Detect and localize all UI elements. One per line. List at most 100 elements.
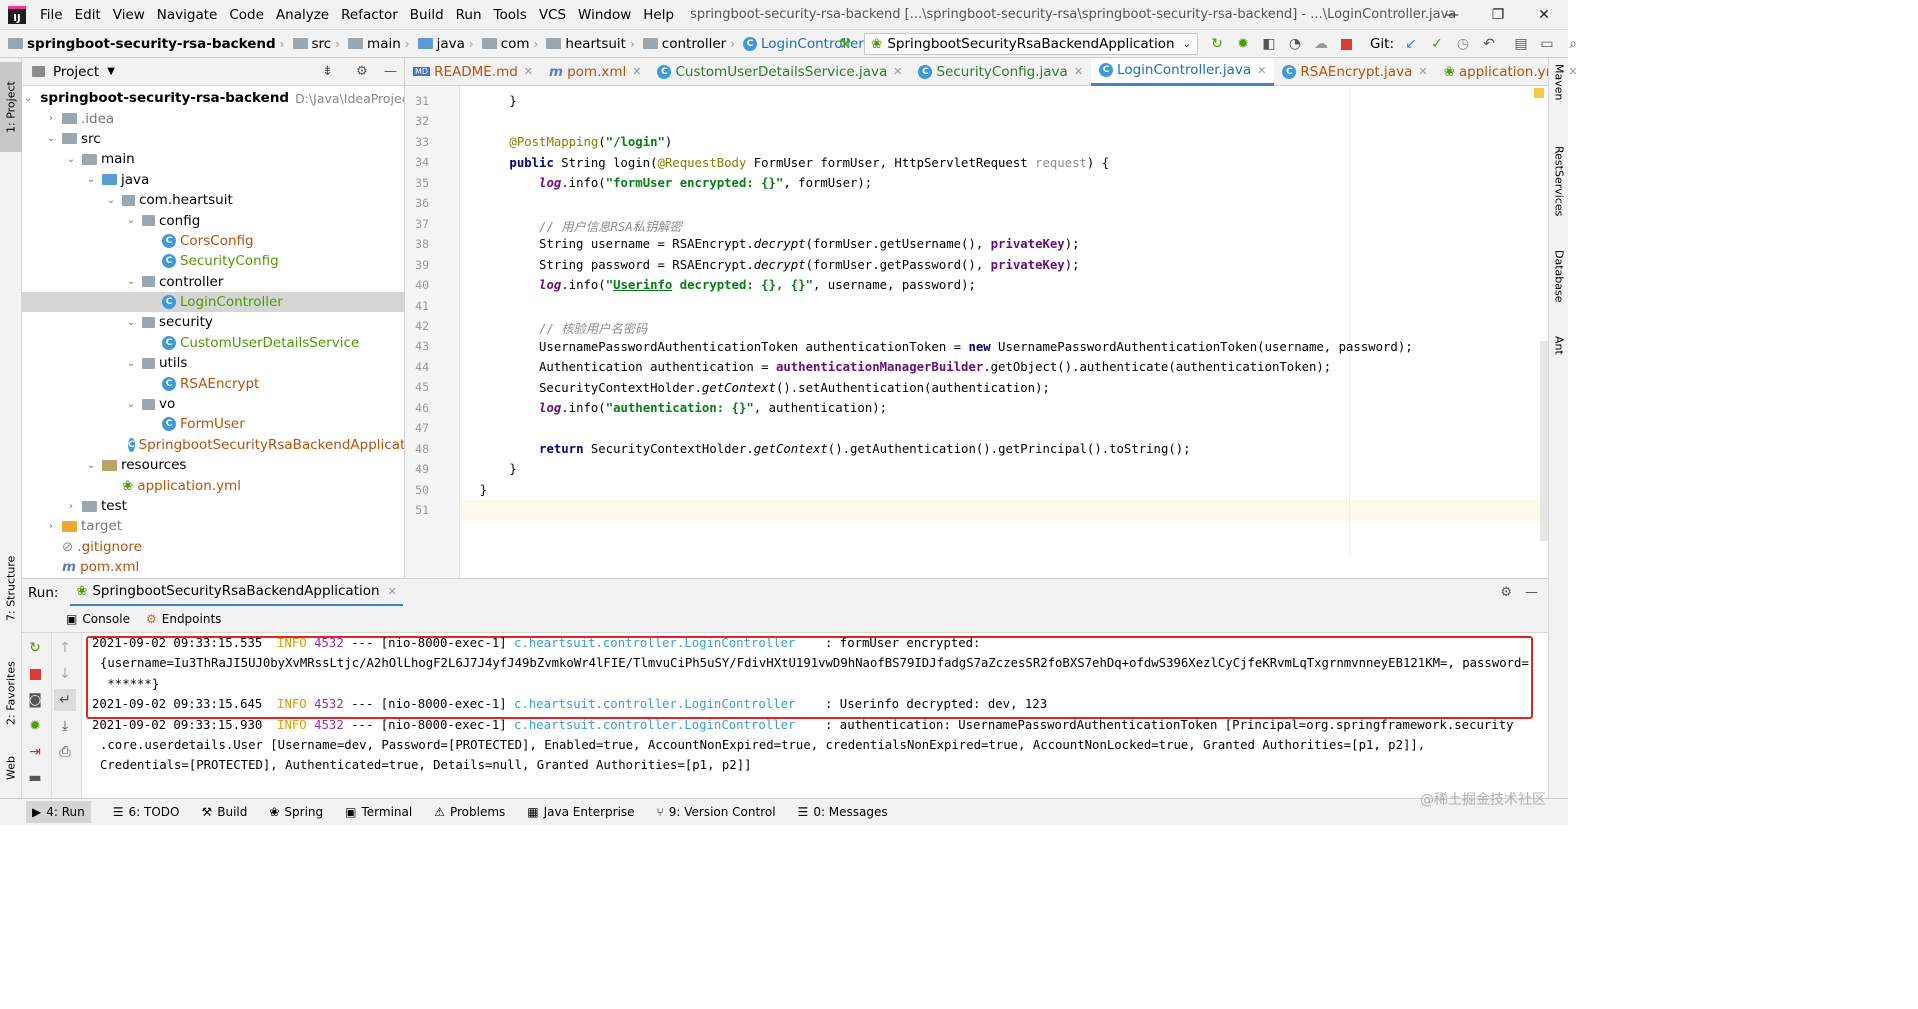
console-tab[interactable]: ▣ Console: [66, 612, 130, 626]
menu-item-help[interactable]: Help: [637, 7, 680, 23]
chevron-down-icon[interactable]: ▼: [107, 66, 115, 77]
tab-readme-md[interactable]: MD README.md ✕: [405, 58, 541, 86]
layout-icon[interactable]: ▬: [24, 767, 46, 789]
debug-icon[interactable]: ✹: [1232, 33, 1254, 55]
expand-arrow-icon[interactable]: ›: [64, 501, 78, 512]
tree-item-utils[interactable]: ⌄ utils: [22, 353, 404, 373]
bottom-tab-9-version-control[interactable]: ⑂ 9: Version Control: [657, 805, 776, 819]
expand-arrow-icon[interactable]: ⌄: [84, 460, 98, 471]
breadcrumb-item[interactable]: springboot-security-rsa-backend ›: [8, 36, 289, 52]
expand-arrow-icon[interactable]: ⌄: [44, 133, 58, 144]
expand-arrow-icon[interactable]: ›: [44, 113, 58, 124]
database-tool-tab[interactable]: Database: [1549, 250, 1569, 320]
expand-arrow-icon[interactable]: ⌄: [124, 215, 138, 226]
minimize-button[interactable]: —: [1430, 0, 1474, 30]
breadcrumb-item[interactable]: src ›: [292, 36, 345, 52]
inspection-status-icon[interactable]: [1534, 88, 1544, 98]
project-structure-icon[interactable]: ▤: [1510, 33, 1532, 55]
expand-arrow-icon[interactable]: ›: [44, 521, 58, 532]
menu-item-navigate[interactable]: Navigate: [151, 7, 224, 23]
menu-item-view[interactable]: View: [107, 7, 151, 23]
tab-logincontroller-java[interactable]: C LoginController.java ✕: [1091, 57, 1275, 86]
expand-arrow-icon[interactable]: ⌄: [104, 195, 118, 206]
menu-item-vcs[interactable]: VCS: [533, 7, 572, 23]
tree-item-com-heartsuit[interactable]: ⌄ com.heartsuit: [22, 190, 404, 210]
git-update-icon[interactable]: ↙: [1400, 33, 1422, 55]
menu-item-window[interactable]: Window: [572, 7, 637, 23]
close-tab-icon[interactable]: ✕: [524, 65, 533, 78]
project-panel-title[interactable]: Project: [53, 64, 99, 80]
code-editor[interactable]: 31 32 33 34 35 36 37 38 39 40 41 42 43 44 45 46 47 48 49 50…: [405, 86, 1548, 578]
tree-item-controller[interactable]: ⌄ controller: [22, 272, 404, 292]
tree-item-formuser[interactable]: C FormUser: [22, 414, 404, 434]
bottom-tab-spring[interactable]: ❀ Spring: [269, 805, 323, 819]
maven-tool-tab[interactable]: Maven: [1549, 64, 1569, 124]
presentation-icon[interactable]: ▭: [1536, 33, 1558, 55]
breadcrumb-item[interactable]: java ›: [417, 36, 478, 52]
tree-item-securityconfig[interactable]: C SecurityConfig: [22, 251, 404, 271]
tree-item-src[interactable]: ⌄ src: [22, 129, 404, 149]
scroll-to-end-icon[interactable]: ⤓: [54, 715, 76, 737]
tree-item-java[interactable]: ⌄ java: [22, 170, 404, 190]
expand-arrow-icon[interactable]: ⌄: [64, 154, 78, 165]
scroll-down-icon[interactable]: ↓: [54, 663, 76, 685]
structure-tool-tab[interactable]: 7: Structure: [0, 538, 22, 638]
tree-item-customuserdetailsservice[interactable]: C CustomUserDetailsService: [22, 333, 404, 353]
tree-root[interactable]: ⌄ springboot-security-rsa-backend D:\Jav…: [22, 88, 404, 108]
gear-icon[interactable]: ⚙: [1500, 585, 1512, 600]
menu-item-code[interactable]: Code: [223, 7, 270, 23]
search-icon[interactable]: ⌕: [1562, 33, 1584, 55]
bottom-tab-build[interactable]: ⚒ Build: [201, 805, 247, 819]
tree-item-corsconfig[interactable]: C CorsConfig: [22, 231, 404, 251]
bottom-tab-problems[interactable]: ⚠ Problems: [434, 805, 505, 819]
close-icon[interactable]: ✕: [388, 585, 397, 598]
git-rollback-icon[interactable]: ↶: [1478, 33, 1500, 55]
close-window-button[interactable]: ✕: [1522, 0, 1566, 30]
expand-arrow-icon[interactable]: ⌄: [124, 358, 138, 369]
git-history-icon[interactable]: ◷: [1452, 33, 1474, 55]
print-icon[interactable]: ⎙: [54, 741, 76, 763]
console-output[interactable]: 2021-09-02 09:33:15.535 INFO 4532 --- [n…: [82, 633, 1548, 798]
tree-item-test[interactable]: › test: [22, 496, 404, 516]
stop-icon[interactable]: [1336, 33, 1358, 55]
tree-item-rsaencrypt[interactable]: C RSAEncrypt: [22, 373, 404, 393]
editor-scrollbar[interactable]: [1540, 341, 1548, 541]
menu-item-tools[interactable]: Tools: [488, 7, 533, 23]
tree-item-springbootsecurityrsabackendapplicat[interactable]: C SpringbootSecurityRsaBackendApplicat: [22, 435, 404, 455]
build-hammer-icon[interactable]: ⚒: [834, 33, 856, 55]
menu-item-run[interactable]: Run: [450, 7, 488, 23]
gear-icon[interactable]: ⚙: [356, 64, 368, 79]
expand-arrow-icon[interactable]: ⌄: [124, 276, 138, 287]
close-tab-icon[interactable]: ✕: [1569, 65, 1578, 78]
debug-icon[interactable]: ✹: [24, 715, 46, 737]
menu-item-edit[interactable]: Edit: [69, 7, 107, 23]
menu-item-analyze[interactable]: Analyze: [270, 7, 335, 23]
attach-icon[interactable]: ☁: [1310, 33, 1332, 55]
run-config-tab[interactable]: ❀ SpringbootSecurityRsaBackendApplicatio…: [70, 579, 403, 607]
close-tab-icon[interactable]: ✕: [1418, 65, 1427, 78]
tab-rsaencrypt-java[interactable]: C RSAEncrypt.java ✕: [1274, 58, 1435, 86]
web-tool-tab[interactable]: Web: [0, 743, 22, 793]
tree-item-idea[interactable]: › .idea: [22, 108, 404, 128]
tab-securityconfig-java[interactable]: C SecurityConfig.java ✕: [910, 58, 1091, 86]
ant-tool-tab[interactable]: Ant: [1549, 336, 1569, 376]
git-commit-icon[interactable]: ✓: [1426, 33, 1448, 55]
bottom-tab-java-enterprise[interactable]: ▦ Java Enterprise: [527, 805, 634, 819]
scroll-up-icon[interactable]: ↑: [54, 637, 76, 659]
tree-item-config[interactable]: ⌄ config: [22, 210, 404, 230]
tree-item-target[interactable]: › target: [22, 516, 404, 536]
expand-arrow-icon[interactable]: ⌄: [124, 399, 138, 410]
close-tab-icon[interactable]: ✕: [893, 65, 902, 78]
close-tab-icon[interactable]: ✕: [1257, 64, 1266, 77]
breadcrumb-item[interactable]: heartsuit ›: [546, 36, 638, 52]
run-config-select[interactable]: ❀ SpringbootSecurityRsaBackendApplicatio…: [864, 33, 1198, 55]
soft-wrap-icon[interactable]: ↵: [54, 689, 76, 711]
bottom-tab-terminal[interactable]: ▣ Terminal: [345, 805, 412, 819]
rerun-icon[interactable]: ↻: [1206, 33, 1228, 55]
coverage-icon[interactable]: ◧: [1258, 33, 1280, 55]
menu-item-refactor[interactable]: Refactor: [335, 7, 404, 23]
bottom-tab-4-run[interactable]: ▶ 4: Run: [26, 801, 91, 823]
close-tab-icon[interactable]: ✕: [632, 65, 641, 78]
tab-pom-xml[interactable]: m pom.xml ✕: [541, 58, 649, 86]
exit-icon[interactable]: ⇥: [24, 741, 46, 763]
